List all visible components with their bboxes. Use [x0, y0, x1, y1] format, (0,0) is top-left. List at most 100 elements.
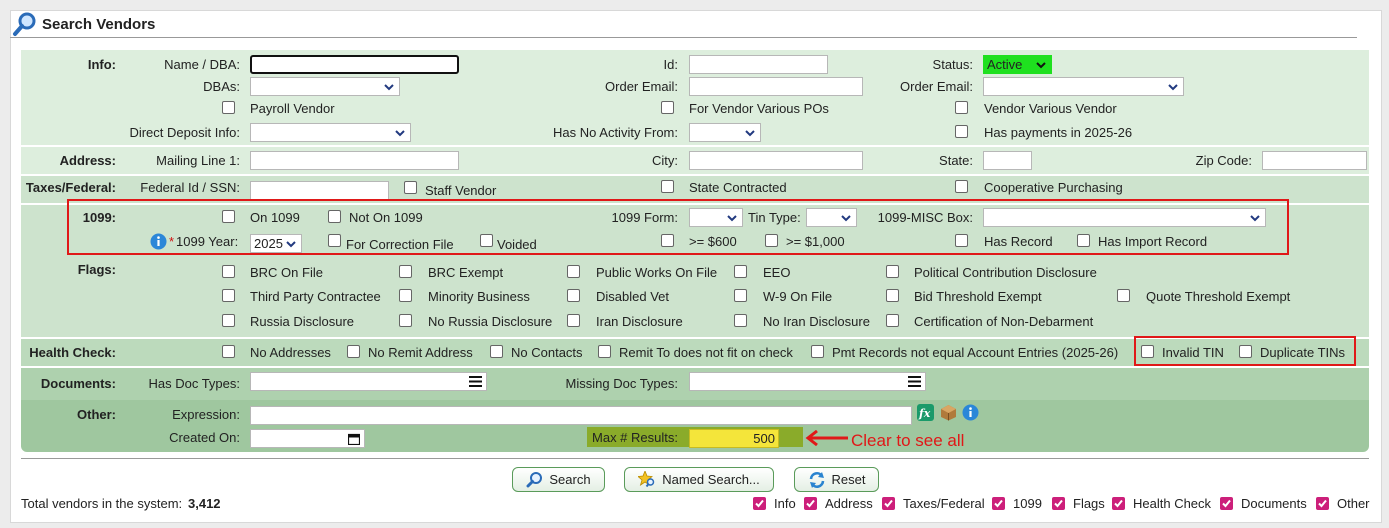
flag-label: Bid Threshold Exempt	[914, 289, 1042, 304]
status-select[interactable]: Active	[983, 55, 1052, 74]
menu-icon[interactable]	[908, 376, 921, 387]
missing-doc-types-input[interactable]	[689, 372, 926, 391]
toggle-documents-checkbox[interactable]	[1220, 497, 1233, 510]
order-email-input[interactable]	[689, 77, 863, 96]
has-import-record-checkbox[interactable]	[1077, 234, 1090, 247]
state-input[interactable]	[983, 151, 1032, 170]
mailing-line-input[interactable]	[250, 151, 459, 170]
has-doc-types-input[interactable]	[250, 372, 487, 391]
flag-label: Minority Business	[428, 289, 530, 304]
misc-box-select[interactable]	[983, 208, 1266, 227]
toggle-address-checkbox[interactable]	[804, 497, 817, 510]
flag-checkbox[interactable]	[1117, 289, 1130, 302]
toggle-health-check-checkbox[interactable]	[1112, 497, 1125, 510]
flag-checkbox[interactable]	[886, 289, 899, 302]
chevron-down-icon	[1036, 62, 1046, 69]
payroll-vendor-checkbox[interactable]	[222, 101, 235, 114]
health-check-label: No Addresses	[250, 345, 331, 360]
misc-box-label: 1099-MISC Box:	[877, 210, 973, 225]
expression-input[interactable]	[250, 406, 912, 425]
star-search-icon	[638, 471, 655, 488]
flag-checkbox[interactable]	[886, 265, 899, 278]
coop-purchasing-checkbox[interactable]	[955, 180, 968, 193]
menu-icon[interactable]	[469, 376, 482, 387]
function-icon[interactable]: fx	[917, 404, 934, 421]
toggle-taxes-checkbox[interactable]	[882, 497, 895, 510]
flag-checkbox[interactable]	[567, 314, 580, 327]
form-1099-select[interactable]	[689, 208, 743, 227]
gte-1000-label: >= $1,000	[786, 234, 845, 249]
toggle-1099-checkbox[interactable]	[992, 497, 1005, 510]
gte-1000-checkbox[interactable]	[765, 234, 778, 247]
year-1099-select[interactable]: 2025	[250, 234, 302, 253]
health-check-checkbox[interactable]	[598, 345, 611, 358]
for-vendor-various-pos-label: For Vendor Various POs	[689, 101, 829, 116]
flag-checkbox[interactable]	[399, 314, 412, 327]
toggle-flags-checkbox[interactable]	[1052, 497, 1065, 510]
flag-checkbox[interactable]	[222, 314, 235, 327]
for-correction-checkbox[interactable]	[328, 234, 341, 247]
has-record-label: Has Record	[984, 234, 1053, 249]
expression-label: Expression:	[172, 407, 240, 422]
city-input[interactable]	[689, 151, 863, 170]
flag-checkbox[interactable]	[734, 289, 747, 302]
flag-checkbox[interactable]	[886, 314, 899, 327]
chevron-down-icon	[395, 130, 405, 137]
on-1099-checkbox[interactable]	[222, 210, 235, 223]
health-check-section-label: Health Check:	[29, 345, 116, 360]
flag-checkbox[interactable]	[399, 265, 412, 278]
order-email-select[interactable]	[983, 77, 1184, 96]
health-check-label: Remit To does not fit on check	[619, 345, 793, 360]
toggle-documents-label: Documents	[1241, 496, 1307, 511]
package-icon[interactable]	[940, 404, 957, 421]
mailing-line-label: Mailing Line 1:	[156, 153, 240, 168]
flag-label: Quote Threshold Exempt	[1146, 289, 1291, 304]
toggle-other-checkbox[interactable]	[1316, 497, 1329, 510]
name-dba-input[interactable]	[250, 55, 459, 74]
calendar-icon[interactable]	[348, 433, 360, 445]
flag-label: Iran Disclosure	[596, 314, 683, 329]
reset-button[interactable]: Reset	[794, 467, 879, 492]
max-results-input[interactable]: 500	[689, 429, 779, 448]
toggle-info-checkbox[interactable]	[753, 497, 766, 510]
has-record-checkbox[interactable]	[955, 234, 968, 247]
for-vendor-various-pos-checkbox[interactable]	[661, 101, 674, 114]
voided-checkbox[interactable]	[480, 234, 493, 247]
tin-type-select[interactable]	[806, 208, 857, 227]
has-payments-checkbox[interactable]	[955, 125, 968, 138]
id-input[interactable]	[689, 55, 828, 74]
health-check-checkbox[interactable]	[347, 345, 360, 358]
health-check-label: No Contacts	[511, 345, 583, 360]
named-search-button[interactable]: Named Search...	[624, 467, 774, 492]
duplicate-tins-checkbox[interactable]	[1239, 345, 1252, 358]
gte-600-checkbox[interactable]	[661, 234, 674, 247]
invalid-tin-checkbox[interactable]	[1141, 345, 1154, 358]
direct-deposit-select[interactable]	[250, 123, 411, 142]
flag-checkbox[interactable]	[734, 265, 747, 278]
vendor-various-vendor-checkbox[interactable]	[955, 101, 968, 114]
toggle-other-label: Other	[1337, 496, 1370, 511]
flag-checkbox[interactable]	[567, 265, 580, 278]
federal-id-input[interactable]	[250, 181, 389, 200]
zip-code-input[interactable]	[1262, 151, 1367, 170]
not-on-1099-checkbox[interactable]	[328, 210, 341, 223]
has-payments-label: Has payments in 2025-26	[984, 125, 1133, 140]
flag-checkbox[interactable]	[399, 289, 412, 302]
state-contracted-checkbox[interactable]	[661, 180, 674, 193]
order-email-label: Order Email:	[605, 79, 678, 94]
health-check-checkbox[interactable]	[222, 345, 235, 358]
created-on-input[interactable]	[250, 429, 365, 448]
staff-vendor-checkbox[interactable]	[404, 181, 417, 194]
info-icon[interactable]	[962, 404, 979, 421]
chevron-down-icon	[286, 241, 296, 248]
flag-checkbox[interactable]	[222, 289, 235, 302]
search-button[interactable]: Search	[512, 467, 605, 492]
flag-checkbox[interactable]	[567, 289, 580, 302]
no-activity-select[interactable]	[689, 123, 761, 142]
dbas-select[interactable]	[250, 77, 400, 96]
info-icon[interactable]	[150, 233, 167, 250]
health-check-checkbox[interactable]	[811, 345, 824, 358]
flag-checkbox[interactable]	[734, 314, 747, 327]
health-check-checkbox[interactable]	[490, 345, 503, 358]
flag-checkbox[interactable]	[222, 265, 235, 278]
